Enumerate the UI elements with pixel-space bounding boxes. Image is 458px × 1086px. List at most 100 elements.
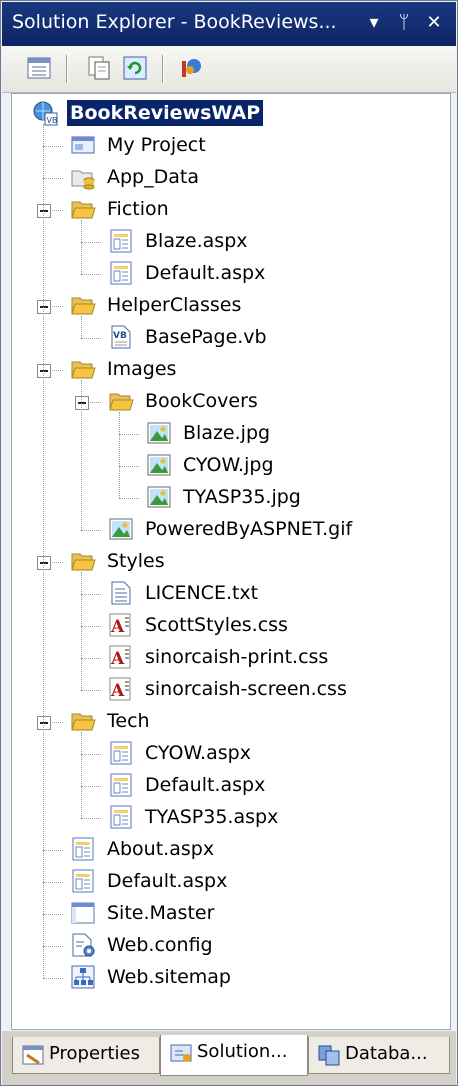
tree-item-label: Default.aspx (145, 262, 266, 284)
collapse-toggle-icon[interactable] (37, 300, 51, 314)
aspx-file-icon (108, 260, 134, 286)
aspx-file-icon (108, 228, 134, 254)
tree-item[interactable]: Default.aspx (108, 770, 442, 800)
tree-item-label: My Project (107, 134, 206, 156)
tree-connector (81, 338, 101, 339)
tree-connector (119, 466, 139, 467)
tree-item-label: Blaze.aspx (145, 230, 248, 252)
tree-item[interactable]: A ScottStyles.css (108, 610, 442, 640)
app-data-folder-icon (70, 164, 96, 190)
solution-explorer-window: Solution Explorer - BookReviews... ▾ ᛘ ✕… (0, 0, 458, 1086)
tree-item[interactable]: CYOW.aspx (108, 738, 442, 768)
collapse-toggle-icon[interactable] (37, 556, 51, 570)
tree-connector (81, 818, 101, 819)
toolbar-separator (66, 55, 67, 83)
tree-connector (43, 124, 44, 978)
tree-connector (119, 412, 120, 498)
my-project-icon (70, 132, 96, 158)
tree-item-label: Blaze.jpg (183, 422, 271, 444)
tree-connector (81, 274, 101, 275)
tree-item[interactable]: Default.aspx (108, 258, 442, 288)
tree-connector (81, 530, 101, 531)
tree-connector (81, 242, 101, 243)
tab-databa[interactable]: Databa... (308, 1037, 450, 1074)
tree-item-label: BookCovers (145, 390, 258, 412)
tree-item-label: Tech (107, 710, 150, 732)
svg-text:A: A (110, 649, 125, 669)
tree-item[interactable]: Web.config (70, 930, 442, 960)
image-file-icon (146, 452, 172, 478)
svg-text:A: A (110, 617, 125, 637)
tree-item-label: HelperClasses (107, 294, 242, 316)
tree-item-label: Images (107, 358, 177, 380)
tree-item[interactable]: TYASP35.aspx (108, 802, 442, 832)
tree-item[interactable]: Web.sitemap (70, 962, 442, 992)
tree-item[interactable]: Styles (70, 546, 442, 576)
tree-item[interactable]: BookCovers (108, 386, 442, 416)
folder-open-icon (70, 548, 96, 574)
tree-connector (81, 220, 82, 274)
collapse-toggle-icon[interactable] (37, 716, 51, 730)
tree-connector (43, 178, 63, 179)
folder-open-icon (70, 708, 96, 734)
tree-item-label: TYASP35.aspx (145, 806, 279, 828)
title-bar[interactable]: Solution Explorer - BookReviews... ▾ ᛘ ✕ (2, 2, 456, 46)
window-position-dropdown-icon[interactable]: ▾ (362, 10, 386, 36)
tree-connector (81, 316, 82, 338)
tree-item-label: LICENCE.txt (145, 582, 259, 604)
tree-item[interactable]: PoweredByASPNET.gif (108, 514, 442, 544)
collapse-toggle-icon[interactable] (75, 396, 89, 410)
tab-properties[interactable]: Properties (12, 1037, 160, 1074)
tree-item[interactable]: Default.aspx (70, 866, 442, 896)
tree-item[interactable]: Asinorcaish-screen.css (108, 674, 442, 704)
toolbar-separator (162, 55, 163, 83)
tree-item-label: sinorcaish-screen.css (145, 678, 347, 700)
tree-item-label: App_Data (107, 166, 199, 188)
aspx-file-icon (70, 868, 96, 894)
tree-item[interactable]: TYASP35.jpg (146, 482, 442, 512)
tree-item[interactable]: CYOW.jpg (146, 450, 442, 480)
tree-item-label: CYOW.aspx (145, 742, 251, 764)
solution-tree[interactable]: VB BookReviewsWAP My Project App_Data Fictio… (11, 93, 451, 1030)
css-file-icon: A (108, 612, 134, 638)
image-file-icon (146, 420, 172, 446)
tree-item[interactable]: VB BasePage.vb (108, 322, 442, 352)
svg-text:VB: VB (113, 331, 127, 341)
tree-item[interactable]: Asinorcaish-print.css (108, 642, 442, 672)
show-all-files-icon[interactable] (86, 55, 112, 81)
tree-item[interactable]: Site.Master (70, 898, 442, 928)
master-page-icon (70, 900, 96, 926)
tree-connector (43, 850, 63, 851)
tree-item[interactable]: Tech (70, 706, 442, 736)
tree-item[interactable]: Blaze.aspx (108, 226, 442, 256)
tree-item-label: Styles (107, 550, 165, 572)
tab-label: Properties (49, 1043, 140, 1064)
collapse-toggle-icon[interactable] (37, 204, 51, 218)
properties-icon[interactable] (26, 55, 52, 81)
tree-item[interactable]: LICENCE.txt (108, 578, 442, 608)
tree-connector (81, 690, 101, 691)
auto-hide-pin-icon[interactable]: ᛘ (392, 10, 416, 36)
tree-item[interactable]: App_Data (70, 162, 442, 192)
web-project-icon: VB (32, 100, 58, 126)
tree-item[interactable]: Blaze.jpg (146, 418, 442, 448)
refresh-icon[interactable] (122, 55, 148, 81)
tree-item-label: About.aspx (107, 838, 215, 860)
database-explorer-tab-icon (317, 1043, 341, 1067)
tree-item-label: Default.aspx (145, 774, 266, 796)
image-file-icon (108, 516, 134, 542)
tab-solution[interactable]: Solution... (160, 1035, 308, 1076)
tree-item[interactable]: My Project (70, 130, 442, 160)
tree-connector (81, 732, 82, 818)
tree-item[interactable]: Fiction (70, 194, 442, 224)
aspx-file-icon (70, 836, 96, 862)
close-icon[interactable]: ✕ (422, 10, 446, 36)
tab-label: Databa... (345, 1043, 428, 1064)
tree-connector (43, 978, 63, 979)
class-diagram-icon[interactable] (178, 55, 204, 81)
tree-item[interactable]: HelperClasses (70, 290, 442, 320)
tree-item[interactable]: About.aspx (70, 834, 442, 864)
collapse-toggle-icon[interactable] (37, 364, 51, 378)
tree-item[interactable]: Images (70, 354, 442, 384)
tree-item[interactable]: VB BookReviewsWAP (32, 98, 442, 128)
